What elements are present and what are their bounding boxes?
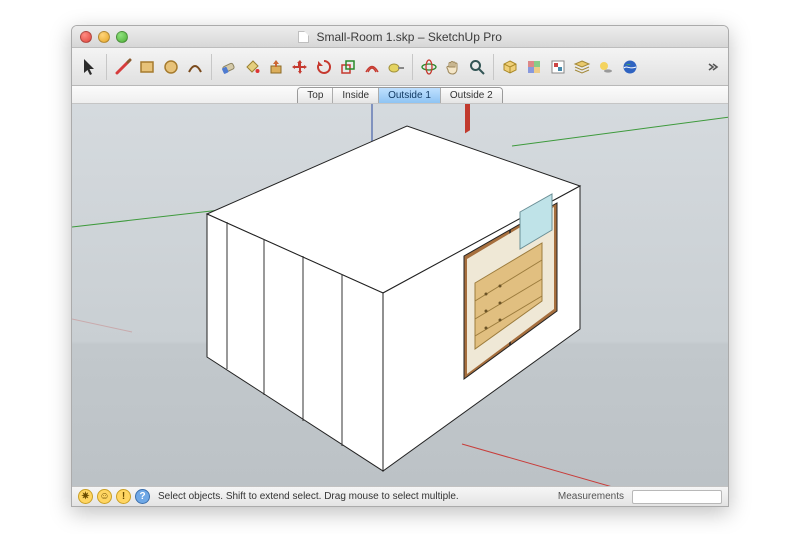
scene-tabs-bar: Top Inside Outside 1 Outside 2 bbox=[72, 86, 728, 104]
push-pull-tool[interactable] bbox=[264, 55, 288, 79]
select-tool[interactable] bbox=[78, 55, 102, 79]
minimize-window-button[interactable] bbox=[98, 31, 110, 43]
window-title-app: SketchUp Pro bbox=[428, 30, 502, 44]
window-title: Small-Room 1.skp – SketchUp Pro bbox=[72, 29, 728, 44]
model-viewport[interactable] bbox=[72, 104, 728, 486]
viewport-canvas bbox=[72, 104, 728, 486]
scene-tab-top[interactable]: Top bbox=[298, 88, 333, 103]
line-tool[interactable] bbox=[111, 55, 135, 79]
move-tool[interactable] bbox=[288, 55, 312, 79]
scene-tab-inside[interactable]: Inside bbox=[333, 88, 379, 103]
styles-tool[interactable] bbox=[546, 55, 570, 79]
eraser-tool[interactable] bbox=[216, 55, 240, 79]
components-tool[interactable] bbox=[498, 55, 522, 79]
scene-tab-outside-1[interactable]: Outside 1 bbox=[379, 88, 441, 103]
scene-tab-outside-2[interactable]: Outside 2 bbox=[441, 88, 502, 103]
pan-tool[interactable] bbox=[441, 55, 465, 79]
status-person-icon[interactable]: ☺ bbox=[97, 489, 112, 504]
window-title-file: Small-Room 1.skp bbox=[316, 30, 414, 44]
status-help-icon[interactable]: ? bbox=[135, 489, 150, 504]
scene-tabs: Top Inside Outside 1 Outside 2 bbox=[297, 87, 502, 103]
measurements-input[interactable] bbox=[632, 490, 722, 504]
offset-tool[interactable] bbox=[360, 55, 384, 79]
status-hint: Select objects. Shift to extend select. … bbox=[158, 491, 459, 502]
rotate-tool[interactable] bbox=[312, 55, 336, 79]
status-tip-icon[interactable]: ! bbox=[116, 489, 131, 504]
toolbar-separator bbox=[493, 54, 494, 80]
status-bar: ✷ ☺ ! ? Select objects. Shift to extend … bbox=[72, 486, 728, 506]
layers-tool[interactable] bbox=[570, 55, 594, 79]
measurements-label: Measurements bbox=[558, 491, 624, 502]
toolbar-separator bbox=[211, 54, 212, 80]
rectangle-tool[interactable] bbox=[135, 55, 159, 79]
arc-tool[interactable] bbox=[183, 55, 207, 79]
window-controls bbox=[80, 31, 128, 43]
orbit-tool[interactable] bbox=[417, 55, 441, 79]
shadows-tool[interactable] bbox=[594, 55, 618, 79]
google-earth-tool[interactable] bbox=[618, 55, 642, 79]
paint-bucket-tool[interactable] bbox=[240, 55, 264, 79]
toolbar-separator bbox=[412, 54, 413, 80]
app-window: Small-Room 1.skp – SketchUp Pro bbox=[71, 25, 729, 507]
circle-tool[interactable] bbox=[159, 55, 183, 79]
titlebar: Small-Room 1.skp – SketchUp Pro bbox=[72, 26, 728, 48]
status-bulb-icon[interactable]: ✷ bbox=[78, 489, 93, 504]
toolbar-separator bbox=[106, 54, 107, 80]
materials-tool[interactable] bbox=[522, 55, 546, 79]
toolbar-overflow-button[interactable] bbox=[704, 58, 722, 76]
main-toolbar bbox=[72, 48, 728, 86]
scale-tool[interactable] bbox=[336, 55, 360, 79]
zoom-tool[interactable] bbox=[465, 55, 489, 79]
zoom-window-button[interactable] bbox=[116, 31, 128, 43]
close-window-button[interactable] bbox=[80, 31, 92, 43]
tape-measure-tool[interactable] bbox=[384, 55, 408, 79]
document-icon bbox=[298, 31, 309, 43]
